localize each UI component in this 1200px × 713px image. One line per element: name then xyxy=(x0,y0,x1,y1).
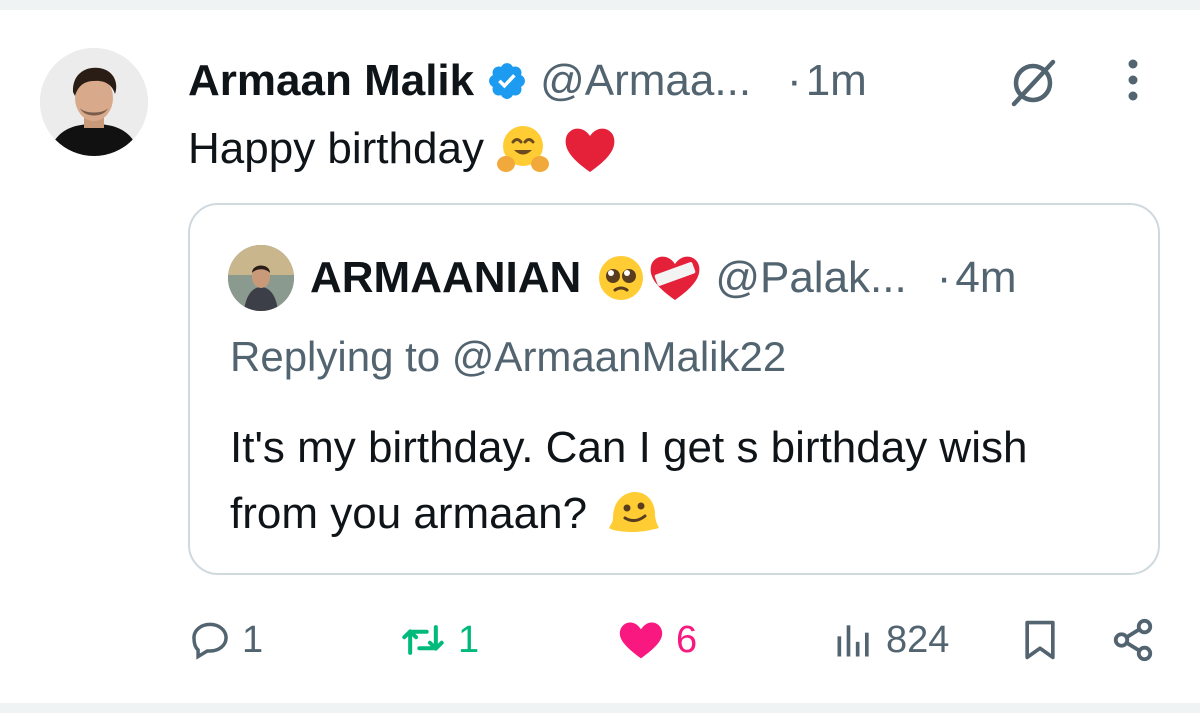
author-name[interactable]: Armaan Malik xyxy=(188,56,474,106)
like-button[interactable]: 6 xyxy=(616,610,697,670)
red-heart-emoji-icon xyxy=(565,128,615,172)
tweet-body: Happy birthday xyxy=(188,124,484,173)
heart-icon xyxy=(619,622,663,659)
tweet-text: Happy birthday xyxy=(188,120,618,178)
pleading-face-emoji-icon xyxy=(599,256,644,300)
reply-icon xyxy=(192,622,228,660)
quoted-separator-dot: · xyxy=(936,253,952,302)
tweet-header: Armaan Malik @Armaa... · 1m xyxy=(188,50,867,112)
top-divider xyxy=(0,0,1200,10)
views-chart-icon xyxy=(837,625,869,657)
grok-icon[interactable] xyxy=(1006,56,1060,110)
quoted-tweet-header: ARMAANIAN @Palak... · 4m xyxy=(310,245,1017,311)
repost-icon xyxy=(402,625,444,655)
quoted-tweet-card[interactable]: ARMAANIAN @Palak... · 4m Replying to @Ar… xyxy=(188,203,1160,575)
repost-count: 1 xyxy=(458,618,480,661)
repost-button[interactable]: 1 xyxy=(398,610,479,670)
verified-badge-icon xyxy=(489,63,526,99)
views-button[interactable]: 824 xyxy=(832,610,949,670)
bookmark-button[interactable] xyxy=(1018,610,1062,670)
melting-face-emoji-icon xyxy=(609,492,660,532)
author-handle[interactable]: @Armaa... xyxy=(540,56,751,106)
tweet-action-bar: 1 1 6 824 xyxy=(0,610,1200,670)
quoted-author-handle[interactable]: @Palak... xyxy=(715,253,906,303)
more-options-icon[interactable] xyxy=(1116,54,1150,110)
hugging-face-emoji-icon xyxy=(496,126,549,172)
quoted-author-name[interactable]: ARMAANIAN xyxy=(310,253,581,303)
quoted-tweet-text: It's my birthday. Can I get s birthday w… xyxy=(230,415,1110,547)
share-icon xyxy=(1113,618,1153,662)
bookmark-icon xyxy=(1025,620,1055,660)
author-avatar[interactable] xyxy=(40,48,148,156)
mending-heart-emoji-icon xyxy=(650,256,700,300)
bottom-divider xyxy=(0,703,1200,713)
reply-button[interactable]: 1 xyxy=(188,610,263,670)
quoted-timestamp[interactable]: 4m xyxy=(955,253,1016,303)
separator-dot: · xyxy=(787,56,802,105)
reply-count: 1 xyxy=(242,618,264,661)
tweet-timestamp[interactable]: 1m xyxy=(806,56,867,106)
replying-to-line[interactable]: Replying to @ArmaanMalik22 xyxy=(230,333,786,381)
like-count: 6 xyxy=(676,618,698,661)
quoted-author-avatar[interactable] xyxy=(228,245,294,311)
share-button[interactable] xyxy=(1110,610,1156,670)
views-count: 824 xyxy=(886,618,950,661)
